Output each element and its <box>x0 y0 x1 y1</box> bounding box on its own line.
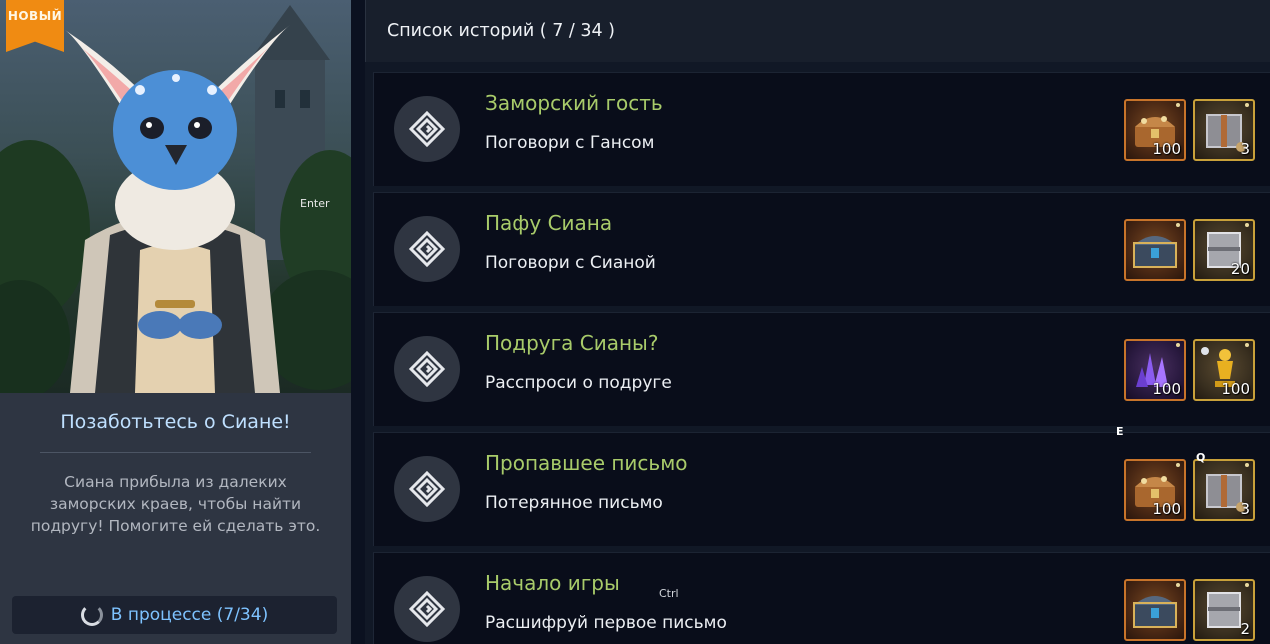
treasure-chest-icon[interactable]: 100 <box>1124 459 1186 521</box>
story-diamond-icon <box>394 216 460 282</box>
story-row[interactable]: Заморский гость Поговори с Гансом 100 3 <box>373 72 1270 186</box>
quest-info: Позаботьтесь о Сиане! Сиана прибыла из д… <box>0 393 351 644</box>
silver-box-icon[interactable]: 20 <box>1193 219 1255 281</box>
story-list-title: Список историй ( 7 / 34 ) <box>387 21 616 41</box>
story-title: Пафу Сиана <box>485 211 613 235</box>
gift-box-icon[interactable]: 3 <box>1193 99 1255 161</box>
story-row[interactable]: Пафу Сиана Поговори с Сианой 20 <box>373 192 1270 306</box>
story-title: Подруга Сианы? <box>485 331 659 355</box>
story-diamond-icon <box>394 96 460 162</box>
story-title: Заморский гость <box>485 91 663 115</box>
treasure-chest-icon[interactable]: 100 <box>1124 99 1186 161</box>
story-diamond-icon <box>394 336 460 402</box>
quest-description: Сиана прибыла из далеких заморских краев… <box>30 473 321 535</box>
reward-quantity: 2 <box>1240 620 1250 638</box>
blue-chest-icon[interactable] <box>1124 579 1186 641</box>
silver-box-icon[interactable]: 2 <box>1193 579 1255 641</box>
reward-quantity: 20 <box>1230 260 1250 278</box>
story-subtitle: Поговори с Сианой <box>485 253 656 273</box>
reward-quantity: 100 <box>1152 380 1181 398</box>
story-diamond-icon <box>394 576 460 642</box>
story-row[interactable]: Начало игры Расшифруй первое письмо 2 <box>373 552 1270 644</box>
new-badge-label: НОВЫЙ <box>7 9 63 23</box>
progress-button[interactable]: В процессе (7/34) <box>12 596 337 634</box>
story-list-panel: Список историй ( 7 / 34 ) Заморский гост… <box>365 0 1270 644</box>
story-row[interactable]: Подруга Сианы? Расспроси о подруге 100 100 <box>373 312 1270 426</box>
q-key-hint: Q <box>1196 451 1206 464</box>
new-badge: НОВЫЙ <box>6 0 64 52</box>
character-portrait <box>0 0 351 393</box>
reward-quantity: 100 <box>1152 140 1181 158</box>
quest-title: Позаботьтесь о Сиане! <box>60 411 291 433</box>
reward-quantity: 3 <box>1240 140 1250 158</box>
divider <box>40 452 311 453</box>
gift-box-icon[interactable]: 3 <box>1193 459 1255 521</box>
story-row[interactable]: Пропавшее письмо Потерянное письмо 100 3 <box>373 432 1270 546</box>
enter-key-hint: Enter <box>300 197 330 210</box>
story-diamond-icon <box>394 456 460 522</box>
purple-crystal-icon[interactable]: 100 <box>1124 339 1186 401</box>
loading-spinner-icon <box>80 604 103 626</box>
quest-detail-panel: НОВЫЙ Enter Позаботьтесь о Сиане! Сиана … <box>0 0 351 644</box>
story-subtitle: Расшифруй первое письмо <box>485 613 727 633</box>
blue-chest-icon[interactable] <box>1124 219 1186 281</box>
e-key-hint: E <box>1116 425 1124 438</box>
story-list-header: Список историй ( 7 / 34 ) <box>365 0 1270 62</box>
story-subtitle: Расспроси о подруге <box>485 373 672 393</box>
reward-quantity: 100 <box>1221 380 1250 398</box>
reward-quantity: 3 <box>1240 500 1250 518</box>
story-subtitle: Поговори с Гансом <box>485 133 655 153</box>
ctrl-key-hint: Ctrl <box>659 587 679 600</box>
story-title: Пропавшее письмо <box>485 451 688 475</box>
story-title: Начало игры <box>485 571 620 595</box>
progress-label: В процессе (7/34) <box>110 605 269 625</box>
gold-trophy-icon[interactable]: 100 <box>1193 339 1255 401</box>
reward-quantity: 100 <box>1152 500 1181 518</box>
story-subtitle: Потерянное письмо <box>485 493 663 513</box>
